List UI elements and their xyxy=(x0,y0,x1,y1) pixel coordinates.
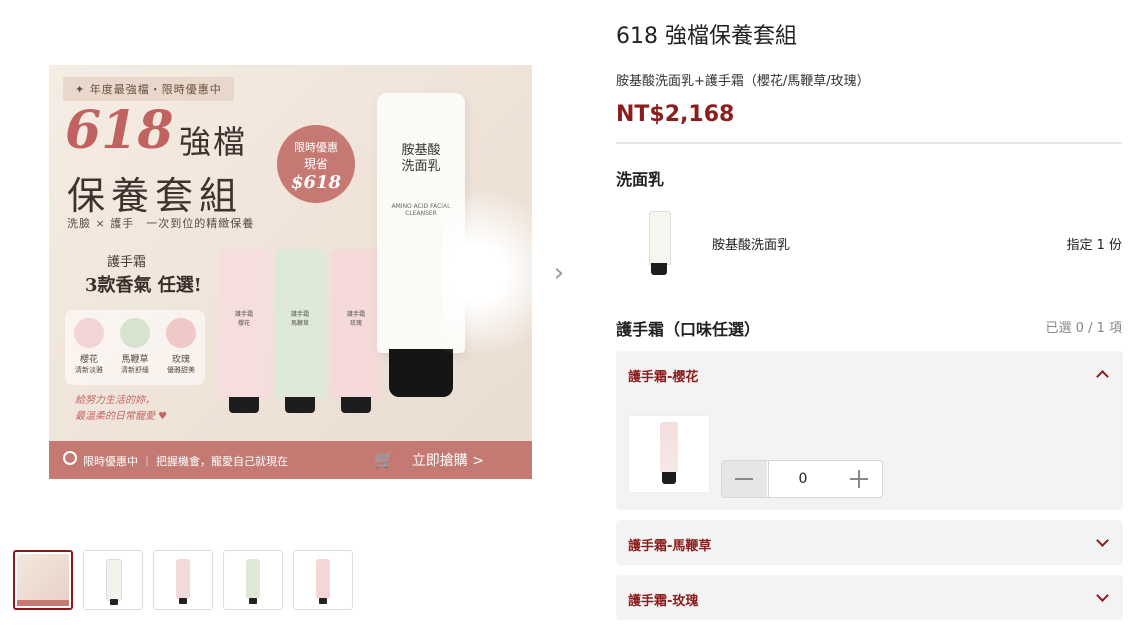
quantity-value[interactable]: 0 xyxy=(768,461,838,497)
handcream-verbena-tube: 護手霜 馬鞭草 xyxy=(275,249,325,413)
thumbnail-2[interactable] xyxy=(83,550,143,610)
quantity-stepper: 0 xyxy=(721,460,883,498)
scent-sub: 清新淡雅 xyxy=(75,366,103,374)
scent-panel: 櫻花 清新淡雅 馬鞭草 清新舒緩 玫瑰 優雅甜美 xyxy=(65,310,205,385)
product-main-image[interactable]: ✦ 年度最強檔・限時優惠中 618 強檔 保養套組 洗臉 × 護手 一次到位的精… xyxy=(49,65,532,479)
increment-button[interactable] xyxy=(837,461,882,497)
discount-badge: 限時優惠 現省 $618 xyxy=(277,125,355,203)
section-title-cleanser: 洗面乳 xyxy=(616,170,665,189)
hero-headline-a: 強檔 xyxy=(179,123,248,161)
quote-line: 給努力生活的妳， xyxy=(75,395,155,406)
badge-line1: 限時優惠 xyxy=(294,141,338,154)
option-rose-header[interactable]: 護手霜-玫瑰 xyxy=(628,590,698,609)
scent-choice-caption: 3款香氣 任選! xyxy=(85,275,202,296)
thumbnail-5[interactable] xyxy=(293,550,353,610)
badge-line2: 現省 xyxy=(303,157,328,171)
product-title: 618 強檔保養套組 xyxy=(616,24,797,49)
hero-bottom-bar: 限時優惠中 ｜ 把握機會，寵愛自己就現在 🛒 立即搶購 > xyxy=(49,441,532,479)
divider xyxy=(616,142,1122,144)
chevron-up-icon[interactable] xyxy=(1097,368,1107,378)
thumbnail-1[interactable] xyxy=(13,550,73,610)
option-sakura-header[interactable]: 護手霜-櫻花 xyxy=(628,366,698,385)
sakura-icon xyxy=(74,318,104,348)
leaf-icon xyxy=(120,318,150,348)
badge-amount: $618 xyxy=(290,172,342,193)
scent-sub: 清新舒緩 xyxy=(121,366,149,374)
scent-sub: 優雅甜美 xyxy=(167,366,195,374)
cleanser-thumbnail xyxy=(630,205,688,279)
tube-label: 護手霜 櫻花 xyxy=(234,311,253,327)
gallery-next-arrow[interactable]: › xyxy=(549,258,569,288)
hero-top-tag: ✦ 年度最強檔・限時優惠中 xyxy=(63,77,234,101)
hero-big-number: 618 xyxy=(65,100,174,161)
buy-now-cta: 立即搶購 > xyxy=(411,453,484,469)
thumbnail-3[interactable] xyxy=(153,550,213,610)
flower-decoration xyxy=(442,185,532,405)
handcream-sakura-tube: 護手霜 櫻花 xyxy=(219,249,269,413)
option-sakura-image xyxy=(628,415,710,493)
scent-name: 馬鞭草 xyxy=(121,355,149,365)
handcream-caption: 護手霜 xyxy=(107,255,147,270)
scent-rose: 玫瑰 優雅甜美 xyxy=(161,318,201,375)
option-sakura-panel: 護手霜-櫻花 0 xyxy=(616,351,1123,510)
tube-label: 護手霜 玫瑰 xyxy=(346,311,365,327)
cleanser-item-qty: 指定 1 份 xyxy=(1066,238,1122,253)
hero-headline-b: 保養套組 xyxy=(67,174,244,218)
section-title-handcream: 護手霜（口味任選） xyxy=(616,320,761,339)
product-subtitle: 胺基酸洗面乳+護手霜（櫻花/馬鞭草/玫瑰） xyxy=(616,74,870,89)
bottom-bar-text: 限時優惠中 ｜ 把握機會，寵愛自己就現在 xyxy=(83,455,288,468)
thumbnail-4[interactable] xyxy=(223,550,283,610)
scent-verbena: 馬鞭草 清新舒緩 xyxy=(115,318,155,375)
option-verbena-header[interactable]: 護手霜-馬鞭草 xyxy=(628,535,711,554)
option-verbena-panel[interactable]: 護手霜-馬鞭草 xyxy=(616,520,1123,565)
handcream-rose-tube: 護手霜 玫瑰 xyxy=(331,249,381,413)
hero-tagline: 洗臉 × 護手 一次到位的精緻保養 xyxy=(67,217,255,230)
decrement-button[interactable] xyxy=(722,461,767,497)
cart-icon: 🛒 xyxy=(374,450,394,469)
chevron-down-icon[interactable] xyxy=(1097,536,1107,546)
cleanser-label: 胺基酸 洗面乳 xyxy=(401,143,441,174)
scent-sakura: 櫻花 清新淡雅 xyxy=(69,318,109,375)
option-rose-panel[interactable]: 護手霜-玫瑰 xyxy=(616,575,1123,620)
scent-name: 櫻花 xyxy=(79,355,98,365)
product-price: NT$2,168 xyxy=(616,102,735,127)
clock-icon xyxy=(63,451,77,465)
scent-name: 玫瑰 xyxy=(171,355,190,365)
chevron-down-icon[interactable] xyxy=(1097,591,1107,601)
tube-label: 護手霜 馬鞭草 xyxy=(290,311,309,327)
cleanser-item-name: 胺基酸洗面乳 xyxy=(712,238,791,253)
rose-icon xyxy=(166,318,196,348)
hero-quote: 給努力生活的妳， 最溫柔的日常寵愛 ♥ xyxy=(75,393,167,425)
selection-count: 已選 0 / 1 項 xyxy=(1045,321,1122,336)
quote-line: 最溫柔的日常寵愛 ♥ xyxy=(75,411,168,422)
